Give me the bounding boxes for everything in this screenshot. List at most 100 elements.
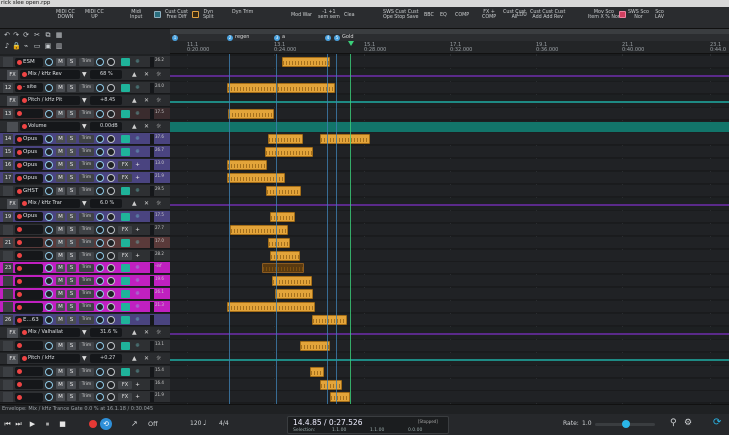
automation-mode-button[interactable]: Trim <box>79 303 94 312</box>
track-lane[interactable] <box>170 236 729 249</box>
track-number[interactable]: 23 <box>3 263 13 274</box>
pan-knob[interactable] <box>96 290 104 299</box>
lock-icon[interactable]: 🔒 <box>12 42 21 50</box>
pan-knob[interactable] <box>96 109 104 118</box>
envelope-lane-header[interactable]: FX Mix / Valhallat ▼ 31.6 % ▲ ✕ ☼ <box>0 326 170 339</box>
track-name[interactable] <box>15 302 43 312</box>
pan-knob[interactable] <box>96 174 104 183</box>
pause-icon[interactable]: ⏸ <box>43 420 52 429</box>
width-knob[interactable] <box>107 238 115 247</box>
up-icon[interactable]: ▲ <box>132 200 137 208</box>
mute-button[interactable]: M <box>56 316 65 324</box>
automation-mode-button[interactable]: Trim <box>79 316 94 324</box>
media-item[interactable] <box>228 108 274 119</box>
volume-knob[interactable] <box>45 316 53 324</box>
automation-mode-button[interactable]: Trim <box>79 225 94 234</box>
sws-nor-button[interactable]: SWS Sco Nor <box>628 10 649 20</box>
volume-knob[interactable] <box>45 174 53 183</box>
grid-icon[interactable]: ▦ <box>55 31 63 39</box>
add-fx-icon[interactable]: + <box>133 252 142 260</box>
record-arm-icon[interactable] <box>17 304 22 310</box>
volume-knob[interactable] <box>45 187 53 195</box>
redo-icon[interactable]: ↷ <box>12 31 20 39</box>
media-item[interactable] <box>230 224 288 235</box>
media-item[interactable] <box>312 315 347 325</box>
width-knob[interactable] <box>107 277 115 286</box>
stop-icon[interactable]: ■ <box>58 420 67 429</box>
selection-length[interactable]: 0.0.00 <box>408 428 422 433</box>
automation-mode-button[interactable]: Trim <box>79 380 94 389</box>
envelope-name[interactable]: Pitch / kHz Pit <box>20 96 80 106</box>
mute-button[interactable]: M <box>56 83 65 92</box>
pan-knob[interactable] <box>96 225 104 234</box>
arrange-view[interactable] <box>170 54 729 404</box>
settings-icon[interactable]: ☼ <box>156 97 161 105</box>
arm-icon[interactable] <box>22 201 27 207</box>
width-knob[interactable] <box>107 251 115 260</box>
envelope-lane-header[interactable]: FX Mix / kHz Trar ▼ 6.0 % ▲ ✕ ☼ <box>0 197 170 210</box>
volume-knob[interactable] <box>45 58 53 66</box>
envelope-lane-header[interactable]: FX Pitch / kHz ▼ +0.27 ▲ ✕ ☼ <box>0 352 170 365</box>
media-item[interactable] <box>320 379 342 390</box>
track-lane[interactable] <box>170 391 729 404</box>
media-item[interactable] <box>275 289 313 300</box>
automation-mode-button[interactable]: Trim <box>79 109 94 118</box>
track-header[interactable]: M S Trim FX +16.4 <box>0 378 170 391</box>
volume-knob[interactable] <box>45 238 53 247</box>
automation-mode-button[interactable]: Trim <box>79 148 94 157</box>
track-header[interactable]: 13 M S Trim ☼ 17.5 <box>0 107 170 120</box>
track-number[interactable]: 14 <box>3 134 13 145</box>
chevron-down-icon[interactable]: ▼ <box>82 200 87 208</box>
fx-active-button[interactable] <box>121 212 130 221</box>
record-arm-icon[interactable] <box>17 59 22 65</box>
automation-mode-button[interactable]: Trim <box>79 238 94 247</box>
fx-button[interactable]: FX <box>118 251 132 260</box>
track-header[interactable]: 26 E...63 M S Trim ☼ <box>0 314 170 326</box>
settings-icon[interactable]: ☼ <box>133 239 142 247</box>
envelope-lane[interactable] <box>170 94 729 107</box>
sync-icon[interactable]: ⟳ <box>713 417 721 428</box>
chevron-down-icon[interactable]: ▼ <box>82 123 87 131</box>
media-item[interactable] <box>227 82 277 93</box>
width-knob[interactable] <box>107 290 115 299</box>
pan-knob[interactable] <box>96 303 104 312</box>
record-button[interactable] <box>89 420 97 428</box>
go-end-icon[interactable]: ⏭ <box>14 420 23 429</box>
track-number[interactable]: 26 <box>3 315 13 325</box>
track-number[interactable]: 12 <box>3 82 13 93</box>
up-icon[interactable]: ▲ <box>132 71 137 79</box>
selection-end[interactable]: 1.1.00 <box>370 428 384 433</box>
volume-knob[interactable] <box>45 109 53 118</box>
track-header[interactable]: 21 M S Trim ☼ 17.0 <box>0 236 170 249</box>
mute-button[interactable]: M <box>56 290 65 299</box>
track-header[interactable]: M S Trim ☼ 19.6 <box>0 275 170 288</box>
track-name[interactable] <box>15 225 43 235</box>
automation-mode-label[interactable]: Off <box>148 420 158 428</box>
record-arm-icon[interactable] <box>17 162 22 168</box>
fx-active-button[interactable] <box>121 135 130 144</box>
mute-button[interactable]: M <box>56 58 65 66</box>
track-number[interactable] <box>3 186 13 196</box>
play-icon[interactable]: ▶ <box>28 420 37 429</box>
track-number[interactable] <box>3 379 13 390</box>
track-lane[interactable] <box>170 275 729 288</box>
add-fx-icon[interactable]: + <box>133 381 142 389</box>
marker-5[interactable]: 5 Gold <box>334 34 354 41</box>
width-knob[interactable] <box>107 161 115 170</box>
media-item[interactable] <box>268 134 303 145</box>
pan-knob[interactable] <box>96 83 104 92</box>
cust-icon[interactable] <box>154 11 161 18</box>
track-name[interactable] <box>15 263 43 273</box>
envelope-name[interactable]: Mix / kHz Trar <box>20 199 80 209</box>
solo-button[interactable]: S <box>67 290 76 299</box>
eq-button[interactable]: EQ <box>440 13 447 18</box>
track-number[interactable] <box>3 392 13 403</box>
rate-value[interactable]: 1.0 <box>582 420 592 427</box>
fx-button[interactable]: FX <box>118 225 132 234</box>
record-arm-icon[interactable] <box>17 265 22 271</box>
width-knob[interactable] <box>107 58 115 66</box>
width-knob[interactable] <box>107 212 115 221</box>
solo-button[interactable]: S <box>67 135 76 144</box>
width-knob[interactable] <box>107 264 115 273</box>
volume-knob[interactable] <box>45 225 53 234</box>
